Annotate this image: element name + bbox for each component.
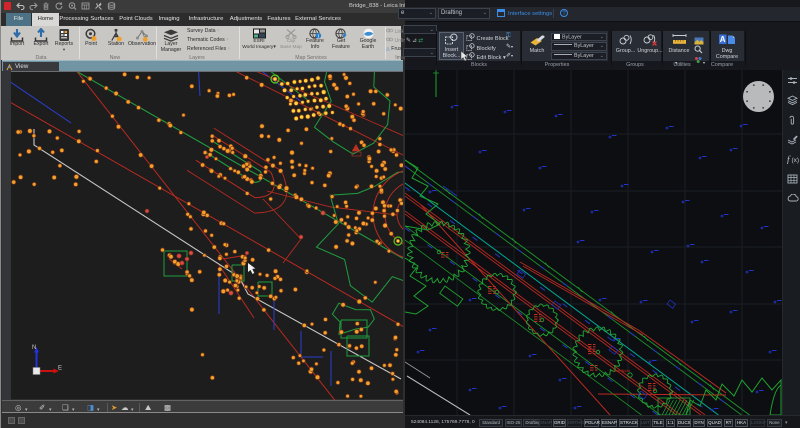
svg-text:f: f [787,155,791,165]
svg-text:N: N [32,345,36,351]
svg-text:A: A [720,35,726,44]
svg-text:E: E [58,366,62,372]
svg-text:Tree World: Tree World [613,369,630,373]
svg-text:(x): (x) [792,157,800,164]
